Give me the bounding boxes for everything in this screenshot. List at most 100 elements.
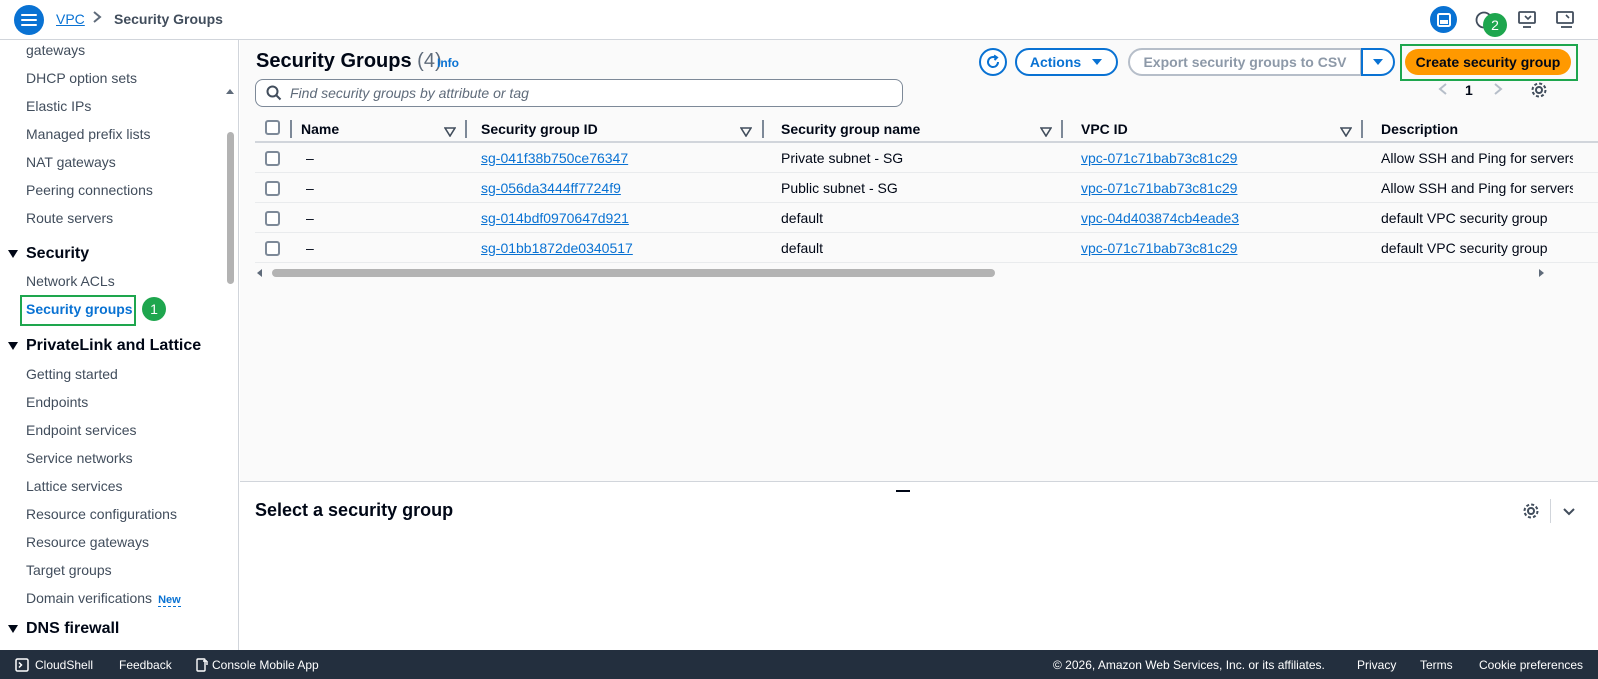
side-panel-icon[interactable]: [1430, 6, 1457, 33]
sidebar-item-endpoints[interactable]: Endpoints: [26, 394, 88, 410]
cell-description: Allow SSH and Ping for servers: [1381, 150, 1573, 166]
search-input[interactable]: Find security groups by attribute or tag: [255, 79, 903, 107]
caret-down-icon: [8, 250, 18, 258]
security-groups-table: Name Security group ID Security group na…: [255, 115, 1598, 263]
sort-icon[interactable]: [739, 124, 753, 140]
column-header-description[interactable]: Description: [1381, 121, 1458, 137]
cell-description: Allow SSH and Ping for servers: [1381, 180, 1573, 196]
sidebar-item-resource-gateways[interactable]: Resource gateways: [26, 534, 149, 550]
sort-icon[interactable]: [1339, 124, 1353, 140]
search-placeholder: Find security groups by attribute or tag: [290, 85, 529, 101]
sidebar-item-domain-verifications[interactable]: Domain verifications New: [26, 590, 181, 607]
table-row[interactable]: – sg-01bb1872de0340517 default vpc-071c7…: [255, 233, 1598, 263]
row-checkbox[interactable]: [265, 241, 280, 256]
cell-security-group-id-link[interactable]: sg-041f38b750ce76347: [481, 150, 628, 166]
table-header: Name Security group ID Security group na…: [255, 115, 1598, 143]
select-all-checkbox[interactable]: [265, 120, 280, 135]
sidebar-item-target-groups[interactable]: Target groups: [26, 562, 112, 578]
sidebar-scrollbar-thumb[interactable]: [227, 132, 234, 284]
next-page-icon[interactable]: [1493, 82, 1503, 99]
column-divider: [1361, 120, 1363, 138]
step-1-badge: 1: [142, 297, 166, 321]
sidebar-item-dhcp-option-sets[interactable]: DHCP option sets: [26, 70, 137, 86]
footer-bar: CloudShell Feedback Console Mobile App ©…: [0, 650, 1598, 679]
split-panel: Select a security group: [240, 481, 1598, 650]
sidebar-item-route-servers[interactable]: Route servers: [26, 210, 113, 226]
privacy-link[interactable]: Privacy: [1357, 658, 1396, 672]
sidebar-section-security[interactable]: Security: [8, 245, 89, 263]
sidebar-item-gateways[interactable]: gateways: [26, 42, 85, 58]
sidebar-item-service-networks[interactable]: Service networks: [26, 450, 133, 466]
page-number[interactable]: 1: [1465, 82, 1473, 98]
split-panel-drag-handle[interactable]: [896, 490, 910, 492]
cell-vpc-id-link[interactable]: vpc-04d403874cb4eade3: [1081, 210, 1239, 226]
new-badge: New: [158, 594, 181, 607]
column-header-security-group-id[interactable]: Security group ID: [481, 121, 598, 137]
cell-vpc-id-link[interactable]: vpc-071c71bab73c81c29: [1081, 240, 1237, 256]
sort-icon[interactable]: [443, 124, 457, 140]
cloudshell-button[interactable]: CloudShell: [15, 658, 93, 672]
row-checkbox[interactable]: [265, 151, 280, 166]
split-panel-settings-gear-icon[interactable]: [1522, 502, 1540, 523]
column-divider: [762, 120, 764, 138]
sidebar-item-managed-prefix-lists[interactable]: Managed prefix lists: [26, 126, 151, 142]
sidebar-section-label: Security: [26, 245, 90, 262]
highlight-box-security-groups: [20, 295, 136, 326]
terms-link[interactable]: Terms: [1420, 658, 1453, 672]
sidebar-section-privatelink[interactable]: PrivateLink and Lattice: [8, 337, 201, 355]
cell-security-group-id-link[interactable]: sg-014bdf0970647d921: [481, 210, 629, 226]
table-row[interactable]: – sg-014bdf0970647d921 default vpc-04d40…: [255, 203, 1598, 233]
column-header-vpc-id[interactable]: VPC ID: [1081, 121, 1128, 137]
actions-button-label: Actions: [1029, 54, 1082, 70]
cell-vpc-id-link[interactable]: vpc-071c71bab73c81c29: [1081, 180, 1237, 196]
step-2-badge: 2: [1483, 13, 1507, 37]
sidebar-section-dns-firewall[interactable]: DNS firewall: [8, 620, 119, 638]
feedback-screen-icon[interactable]: [1516, 8, 1540, 32]
table-scrollbar-thumb[interactable]: [272, 269, 995, 277]
sidebar-item-elastic-ips[interactable]: Elastic IPs: [26, 98, 91, 114]
breadcrumb-current: Security Groups: [114, 11, 223, 27]
row-checkbox[interactable]: [265, 211, 280, 226]
column-divider: [465, 120, 467, 138]
previous-page-icon[interactable]: [1438, 82, 1448, 99]
column-header-name[interactable]: Name: [301, 121, 339, 137]
refresh-button[interactable]: [979, 48, 1007, 76]
sidebar-section-label: PrivateLink and Lattice: [26, 337, 202, 354]
sidebar-item-label: Domain verifications: [26, 590, 153, 606]
column-divider: [290, 120, 292, 138]
chevron-down-icon[interactable]: [1562, 504, 1576, 520]
breadcrumb-vpc-link[interactable]: VPC: [56, 11, 85, 27]
sidebar-item-lattice-services[interactable]: Lattice services: [26, 478, 122, 494]
sort-icon[interactable]: [1039, 124, 1053, 140]
cell-vpc-id-link[interactable]: vpc-071c71bab73c81c29: [1081, 150, 1237, 166]
sidebar-item-getting-started[interactable]: Getting started: [26, 366, 118, 382]
sidebar-item-network-acls[interactable]: Network ACLs: [26, 273, 115, 289]
export-dropdown-button[interactable]: [1361, 48, 1395, 76]
column-header-security-group-name[interactable]: Security group name: [781, 121, 920, 137]
sidebar-item-peering-connections[interactable]: Peering connections: [26, 182, 153, 198]
cell-security-group-id-link[interactable]: sg-01bb1872de0340517: [481, 240, 633, 256]
row-checkbox[interactable]: [265, 181, 280, 196]
sidebar-item-nat-gateways[interactable]: NAT gateways: [26, 154, 116, 170]
sidebar-item-resource-configurations[interactable]: Resource configurations: [26, 506, 177, 522]
sidebar-item-endpoint-services[interactable]: Endpoint services: [26, 422, 137, 438]
side-navigation: gateways DHCP option sets Elastic IPs Ma…: [0, 40, 239, 650]
caret-down-icon: [1373, 59, 1383, 65]
divider: [1550, 499, 1551, 523]
table-row[interactable]: – sg-056da3444ff7724f9 Public subnet - S…: [255, 173, 1598, 203]
table-row[interactable]: – sg-041f38b750ce76347 Private subnet - …: [255, 143, 1598, 173]
main-content: Security Groups (4) Info Actions Export …: [240, 40, 1598, 650]
cell-security-group-id-link[interactable]: sg-056da3444ff7724f9: [481, 180, 621, 196]
info-link[interactable]: Info: [437, 56, 459, 70]
export-csv-button[interactable]: Export security groups to CSV: [1128, 48, 1362, 76]
split-panel-title: Select a security group: [255, 500, 454, 520]
menu-icon[interactable]: [14, 5, 44, 35]
console-mobile-app-link[interactable]: Console Mobile App: [196, 658, 319, 672]
preferences-gear-icon[interactable]: [1530, 81, 1548, 102]
column-divider: [1061, 120, 1063, 138]
cell-description: default VPC security group: [1381, 210, 1548, 226]
cookie-preferences-link[interactable]: Cookie preferences: [1479, 658, 1583, 672]
actions-button[interactable]: Actions: [1015, 48, 1118, 76]
feedback-link[interactable]: Feedback: [119, 658, 172, 672]
notifications-screen-icon[interactable]: [1554, 8, 1578, 32]
